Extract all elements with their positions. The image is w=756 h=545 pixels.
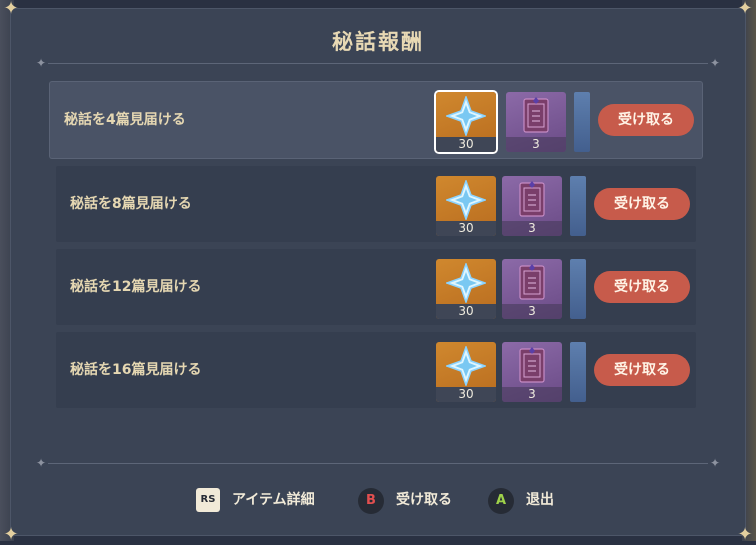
- primogem-icon: [446, 96, 486, 136]
- reward-item-book[interactable]: 3: [502, 176, 562, 236]
- reward-item-book[interactable]: 3: [506, 92, 566, 152]
- b-button-icon: B: [358, 488, 384, 514]
- top-divider: ✦ ✦: [34, 56, 722, 70]
- book-icon: [519, 264, 545, 300]
- book-icon: [523, 97, 549, 133]
- reward-row[interactable]: 秘話を8篇見届ける 30 3 受け取る: [56, 166, 696, 242]
- claim-button[interactable]: 受け取る: [594, 271, 690, 303]
- item-quantity: 30: [436, 221, 496, 236]
- reward-row[interactable]: 秘話を12篇見届ける 30 3 受け取る: [56, 249, 696, 325]
- primogem-icon: [446, 180, 486, 220]
- hint-exit[interactable]: A 退出: [488, 486, 578, 514]
- item-quantity: 3: [502, 387, 562, 402]
- reward-row[interactable]: 秘話を4篇見届ける 30 3 受け取る: [50, 82, 702, 158]
- primogem-icon: [446, 346, 486, 386]
- reward-item-partial[interactable]: [570, 176, 586, 236]
- book-icon: [519, 181, 545, 217]
- dialog-title: 秘話報酬: [332, 30, 424, 54]
- item-quantity: 3: [502, 221, 562, 236]
- reward-item-primogem[interactable]: 30: [436, 342, 496, 402]
- divider-star-icon: ✦: [709, 456, 721, 470]
- item-quantity: 30: [436, 304, 496, 319]
- reward-condition-label: 秘話を8篇見届ける: [70, 196, 192, 212]
- reward-condition-label: 秘話を16篇見届ける: [70, 362, 202, 378]
- claim-button[interactable]: 受け取る: [594, 188, 690, 220]
- corner-star-icon: ✦: [3, 0, 19, 19]
- divider-star-icon: ✦: [35, 56, 47, 70]
- reward-item-partial[interactable]: [570, 342, 586, 402]
- reward-condition-label: 秘話を12篇見届ける: [70, 279, 202, 295]
- a-button-icon: A: [488, 488, 514, 514]
- divider-star-icon: ✦: [709, 56, 721, 70]
- claim-button[interactable]: 受け取る: [598, 104, 694, 136]
- bottom-divider: ✦ ✦: [34, 456, 722, 470]
- item-quantity: 3: [506, 137, 566, 152]
- rewards-dialog: ✦ ✦ ✦ ✦ 秘話報酬 ✦ ✦ 秘話を4篇見届ける 30 3 受け取る 秘話を…: [3, 0, 752, 544]
- hint-claim[interactable]: B 受け取る: [358, 486, 478, 514]
- hint-label: 退出: [526, 492, 554, 508]
- hint-item-detail[interactable]: RS アイテム詳細: [196, 486, 346, 514]
- reward-item-partial[interactable]: [574, 92, 590, 152]
- primogem-icon: [446, 263, 486, 303]
- rs-stick-icon: RS: [196, 488, 220, 512]
- reward-item-book[interactable]: 3: [502, 342, 562, 402]
- reward-item-primogem[interactable]: 30: [436, 259, 496, 319]
- hint-label: アイテム詳細: [232, 492, 315, 508]
- corner-star-icon: ✦: [3, 524, 19, 545]
- item-quantity: 30: [436, 137, 496, 152]
- reward-item-primogem[interactable]: 30: [436, 92, 496, 152]
- reward-condition-label: 秘話を4篇見届ける: [64, 112, 186, 128]
- corner-star-icon: ✦: [737, 0, 753, 19]
- reward-item-book[interactable]: 3: [502, 259, 562, 319]
- divider-star-icon: ✦: [35, 456, 47, 470]
- item-quantity: 3: [502, 304, 562, 319]
- claim-button[interactable]: 受け取る: [594, 354, 690, 386]
- hint-label: 受け取る: [396, 492, 452, 508]
- corner-star-icon: ✦: [737, 524, 753, 545]
- item-quantity: 30: [436, 387, 496, 402]
- reward-item-primogem[interactable]: 30: [436, 176, 496, 236]
- reward-row[interactable]: 秘話を16篇見届ける 30 3 受け取る: [56, 332, 696, 408]
- reward-item-partial[interactable]: [570, 259, 586, 319]
- book-icon: [519, 347, 545, 383]
